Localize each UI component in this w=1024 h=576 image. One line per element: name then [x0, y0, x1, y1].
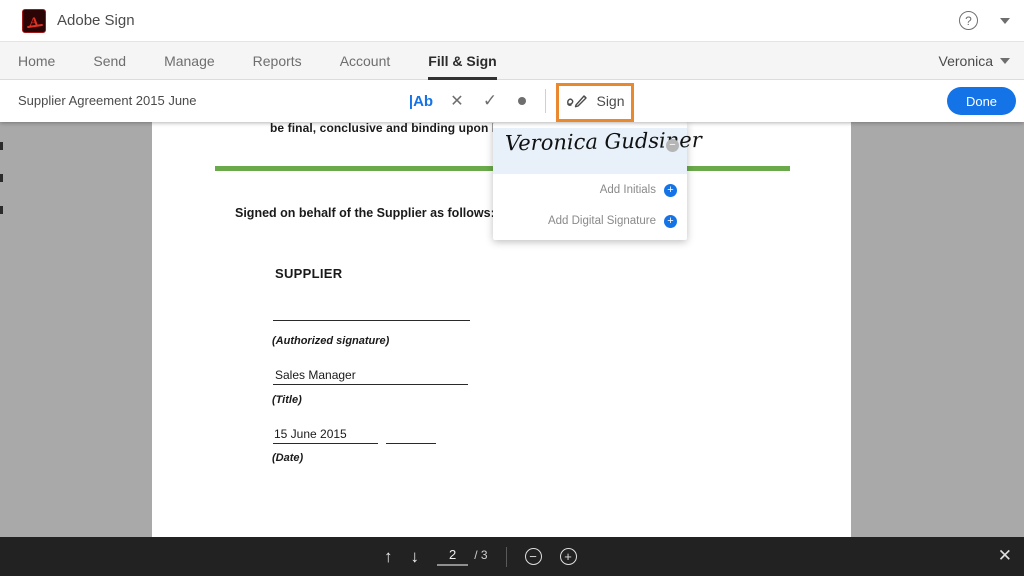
toolbar-divider [545, 89, 546, 113]
app-title: Adobe Sign [57, 12, 135, 29]
add-initials-label: Add Initials [600, 184, 656, 196]
date-line [273, 443, 378, 444]
tab-account[interactable]: Account [340, 42, 391, 80]
adobe-sign-logo-icon: A [22, 9, 46, 33]
sign-tool-button[interactable]: Sign [560, 80, 630, 122]
pager-divider [506, 547, 507, 567]
tab-manage[interactable]: Manage [164, 42, 215, 80]
date-caption: (Date) [272, 452, 303, 464]
top-app-bar: A Adobe Sign ? [0, 0, 1024, 42]
user-name: Veronica [939, 53, 993, 69]
add-digital-signature-item[interactable]: Add Digital Signature + [497, 213, 677, 229]
tab-send[interactable]: Send [93, 42, 126, 80]
sign-tool-label: Sign [596, 93, 624, 109]
plus-icon: + [664, 215, 677, 228]
page-number-input[interactable]: 2 [437, 547, 468, 566]
supplier-heading: SUPPLIER [275, 266, 342, 281]
pager-controls: ↑ ↓ 2 / 3 − + [384, 537, 577, 576]
dot-tool[interactable] [512, 80, 532, 122]
tab-home[interactable]: Home [18, 42, 55, 80]
plus-icon: + [664, 184, 677, 197]
date-line [386, 443, 436, 444]
previous-page-icon[interactable]: ↑ [384, 547, 393, 567]
title-line [273, 384, 468, 385]
left-edge-panel-handle[interactable] [0, 142, 3, 214]
saved-signature-name[interactable]: Veronica Gudsiner [505, 129, 657, 156]
zoom-in-icon[interactable]: + [560, 548, 577, 565]
tab-fill-and-sign[interactable]: Fill & Sign [428, 42, 496, 80]
dot-icon [518, 97, 526, 105]
close-icon[interactable]: ✕ [998, 546, 1012, 566]
user-menu[interactable]: Veronica [939, 42, 1010, 80]
signed-statement: Signed on behalf of the Supplier as foll… [235, 206, 495, 220]
page-indicator: 2 / 3 [437, 547, 488, 566]
chevron-down-icon[interactable] [1000, 18, 1010, 24]
document-title: Supplier Agreement 2015 June [18, 93, 197, 108]
remove-signature-icon[interactable]: − [666, 139, 679, 152]
pager-bar: ↑ ↓ 2 / 3 − + ✕ [0, 537, 1024, 576]
authorized-signature-caption: (Authorized signature) [272, 335, 389, 347]
signature-dropdown-menu: Veronica Gudsiner − Add Initials + Add D… [493, 122, 687, 240]
nav-tabs: Home Send Manage Reports Account Fill & … [18, 42, 497, 80]
signature-line[interactable] [273, 320, 470, 321]
add-text-tool[interactable]: |Ab [406, 80, 436, 122]
document-canvas: be final, conclusive and binding upon bo… [0, 122, 1024, 537]
document-body-line: be final, conclusive and binding upon bo… [270, 122, 518, 135]
zoom-out-icon[interactable]: − [525, 548, 542, 565]
done-button[interactable]: Done [947, 87, 1016, 115]
title-caption: (Title) [272, 394, 302, 406]
date-field-value[interactable]: 15 June 2015 [274, 427, 347, 441]
signature-pen-icon [565, 92, 589, 110]
add-initials-item[interactable]: Add Initials + [497, 182, 677, 198]
checkmark-tool[interactable]: ✓ [478, 80, 502, 122]
fill-sign-toolbar: Supplier Agreement 2015 June |Ab ✕ ✓ Sig… [0, 80, 1024, 122]
page-total: / 3 [474, 548, 487, 562]
chevron-down-icon [1000, 58, 1010, 64]
nav-bar: Home Send Manage Reports Account Fill & … [0, 42, 1024, 80]
next-page-icon[interactable]: ↓ [411, 547, 420, 567]
add-digital-signature-label: Add Digital Signature [548, 215, 656, 227]
tab-reports[interactable]: Reports [253, 42, 302, 80]
cross-tool[interactable]: ✕ [446, 80, 468, 122]
title-field-value[interactable]: Sales Manager [275, 368, 356, 382]
help-icon[interactable]: ? [959, 11, 978, 30]
